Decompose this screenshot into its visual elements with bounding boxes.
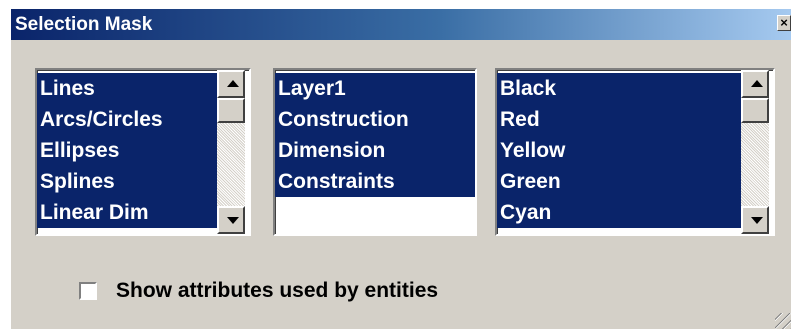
title-bar[interactable]: Selection Mask × [11,9,791,40]
color-list[interactable]: Black Red Yellow Green Cyan [495,68,775,236]
vertical-scrollbar[interactable] [217,70,245,234]
list-item[interactable]: Construction [275,104,475,135]
scroll-thumb[interactable] [217,98,245,123]
arrow-down-icon [227,217,239,224]
arrow-down-icon [751,217,763,224]
vertical-scrollbar[interactable] [741,70,769,234]
layer-list[interactable]: Layer1 Construction Dimension Constraint… [273,68,477,236]
selection-mask-dialog: Selection Mask × Lines Arcs/Circles Elli… [10,8,791,329]
list-item[interactable]: Green [497,166,741,197]
list-item[interactable]: Constraints [275,166,475,197]
resize-grip-icon[interactable] [775,313,791,329]
window-title: Selection Mask [15,14,153,35]
show-attributes-checkbox[interactable] [79,282,97,300]
arrow-up-icon [751,80,763,87]
list-item[interactable]: Linear Dim [37,197,217,228]
scroll-down-button[interactable] [217,206,245,234]
list-item[interactable]: Layer1 [275,73,475,104]
arrow-up-icon [227,80,239,87]
list-item[interactable]: Arcs/Circles [37,104,217,135]
scroll-up-button[interactable] [741,70,769,98]
list-item[interactable]: Red [497,104,741,135]
close-button[interactable]: × [777,15,791,31]
scroll-down-button[interactable] [741,206,769,234]
list-item[interactable]: Ellipses [37,135,217,166]
show-attributes-label[interactable]: Show attributes used by entities [116,278,438,304]
list-item[interactable]: Cyan [497,197,741,228]
list-item[interactable]: Black [497,73,741,104]
entity-type-list[interactable]: Lines Arcs/Circles Ellipses Splines Line… [35,68,251,236]
list-item[interactable]: Yellow [497,135,741,166]
list-item[interactable]: Lines [37,73,217,104]
scroll-thumb[interactable] [741,98,769,123]
list-item[interactable]: Splines [37,166,217,197]
scroll-up-button[interactable] [217,70,245,98]
list-item[interactable]: Dimension [275,135,475,166]
